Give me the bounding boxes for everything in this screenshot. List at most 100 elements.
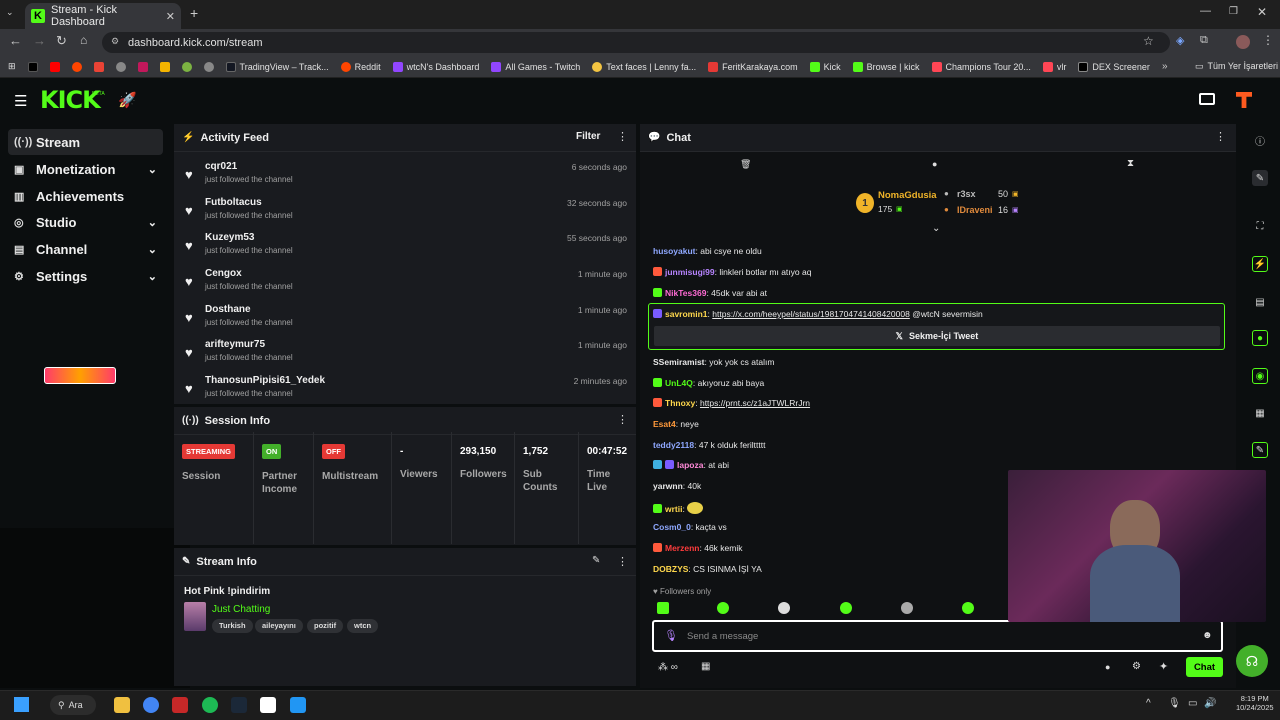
back-icon[interactable]: ← (9, 33, 22, 48)
bookmark-browse-kick[interactable]: Browse | kick (852, 61, 920, 72)
sidebar-item-studio[interactable]: ◎ Studio ⌄ (8, 209, 163, 235)
edit-icon[interactable]: ✎ (1252, 170, 1268, 186)
tag[interactable]: aileyayını (255, 619, 303, 633)
obs-icon[interactable] (260, 697, 276, 713)
message-input[interactable]: Send a message (687, 631, 758, 642)
clock[interactable]: 8:19 PM 10/24/2025 (1236, 694, 1274, 712)
stream-info-menu-icon[interactable]: ⋮ (617, 555, 628, 568)
filter-button[interactable]: Filter (576, 131, 600, 142)
bookmark-reddit-small-icon[interactable] (71, 61, 82, 72)
emote-icon[interactable] (778, 602, 790, 614)
bookmark-globe-icon[interactable] (115, 61, 126, 72)
minimize-icon[interactable]: — (1200, 5, 1211, 17)
bookmark-dex-screener[interactable]: DEX Screener (1078, 61, 1150, 72)
chat-bubble-icon[interactable]: ● (1252, 330, 1268, 346)
kick-logo[interactable]: KICK (40, 86, 101, 114)
emoji-icon[interactable]: ☻ (1202, 630, 1213, 641)
reload-icon[interactable]: ↻ (56, 33, 67, 49)
fullscreen-icon[interactable]: ⛶ (1252, 218, 1268, 234)
tab-list-icon[interactable]: ⌄ (6, 7, 14, 18)
bookmark-champions-tour[interactable]: Champions Tour 20... (931, 61, 1031, 72)
wrench-icon[interactable]: ✎ (1252, 442, 1268, 458)
studio-icon[interactable] (1199, 93, 1215, 105)
tag[interactable]: Turkish (212, 619, 253, 633)
site-info-icon[interactable]: ⚙ (111, 36, 119, 47)
hamburger-menu-icon[interactable]: ☰ (14, 92, 27, 110)
session-menu-icon[interactable]: ⋮ (617, 413, 628, 426)
home-icon[interactable]: ⌂ (80, 33, 87, 47)
emote-icon[interactable] (717, 602, 729, 614)
bookmark-star-icon[interactable]: ☆ (1143, 34, 1154, 48)
browser-menu-icon[interactable]: ⋮ (1262, 33, 1274, 47)
extensions-puzzle-icon[interactable]: ⧉ (1200, 34, 1208, 47)
close-window-icon[interactable]: ✕ (1257, 5, 1267, 19)
sidebar-item-settings[interactable]: ⚙ Settings ⌄ (8, 263, 163, 289)
activity-menu-icon[interactable]: ⋮ (617, 130, 628, 143)
printer-icon[interactable]: ▦ (1252, 405, 1268, 421)
bookmark-gmail-icon[interactable] (93, 61, 104, 72)
info-icon[interactable]: ⓘ (1252, 132, 1268, 148)
document-icon[interactable]: ▤ (1252, 294, 1268, 310)
extension-icon[interactable]: ◈ (1176, 34, 1184, 47)
chat-menu-icon[interactable]: ⋮ (1215, 130, 1226, 143)
notepad-icon[interactable] (290, 697, 306, 713)
chat-link[interactable]: https://x.com/heeypel/status/19817047414… (712, 309, 910, 319)
address-bar[interactable]: dashboard.kick.com/stream (102, 32, 1170, 53)
bookmark-vlr[interactable]: vlr (1042, 61, 1066, 72)
file-explorer-icon[interactable] (114, 697, 130, 713)
chat-link[interactable]: https://prnt.sc/z1aJTWLRrJrn (700, 398, 810, 408)
spotify-icon[interactable] (202, 697, 218, 713)
close-tab-icon[interactable]: ✕ (166, 10, 175, 23)
chat-options-icon[interactable]: ● (1105, 662, 1110, 672)
bookmark-all-games[interactable]: All Games - Twitch (491, 61, 580, 72)
microphone-tray-icon[interactable]: 🎙 (1168, 698, 1181, 709)
volume-icon[interactable]: 🔊 (1204, 698, 1216, 709)
sidebar-item-monetization[interactable]: ▣ Monetization ⌄ (8, 156, 163, 182)
trash-icon[interactable]: 🗑 (740, 159, 751, 170)
bookmark-globe2-icon[interactable] (203, 61, 214, 72)
bookmark-feritkarakaya[interactable]: FeritKarakaya.com (708, 61, 798, 72)
chat-bubble-icon[interactable]: ● (932, 159, 937, 169)
bookmark-kick[interactable]: Kick (809, 61, 841, 72)
tray-chevron-icon[interactable]: ^ (1146, 698, 1151, 709)
bookmark-tradingview[interactable]: TradingView – Track... (225, 61, 329, 72)
sidebar-item-stream[interactable]: ((·)) Stream (8, 129, 163, 155)
broadcast-icon[interactable]: ◉ (1252, 368, 1268, 384)
browser-tab[interactable]: K Stream - Kick Dashboard ✕ (25, 3, 181, 29)
steam-icon[interactable] (231, 697, 247, 713)
bookmark-youtube-icon[interactable] (49, 61, 60, 72)
chrome-icon[interactable] (143, 697, 159, 713)
forward-icon[interactable]: → (33, 33, 46, 48)
support-button[interactable]: ☊ (1236, 645, 1268, 677)
profile-avatar[interactable] (1236, 35, 1250, 49)
more-bookmarks-icon[interactable]: » (1162, 61, 1168, 72)
bookmark-reddit[interactable]: Reddit (340, 61, 381, 72)
tag[interactable]: pozitif (307, 619, 344, 633)
bookmark-green-icon[interactable] (181, 61, 192, 72)
sidebar-item-channel[interactable]: ▤ Channel ⌄ (8, 236, 163, 262)
apps-icon[interactable]: ⊞ (8, 61, 16, 72)
gift-icon[interactable]: ✦ (1159, 660, 1168, 673)
gear-icon[interactable]: ⚙ (1132, 661, 1141, 672)
bookmark-x-icon[interactable] (27, 61, 38, 72)
sidebar-item-achievements[interactable]: ▥ Achievements (8, 183, 163, 209)
open-tweet-button[interactable]: 𝕏 Sekme-İçi Tweet (654, 326, 1220, 346)
bookmark-y-icon[interactable] (137, 61, 148, 72)
emote-icon[interactable] (840, 602, 852, 614)
new-tab-icon[interactable]: + (190, 5, 198, 21)
tag[interactable]: wtcn (347, 619, 379, 633)
microphone-icon[interactable]: 🎙 (664, 629, 678, 642)
taskbar-search[interactable]: ⚲ Ara (50, 695, 96, 715)
maximize-icon[interactable]: ❐ (1229, 6, 1238, 17)
network-icon[interactable]: ▭ (1188, 698, 1197, 709)
store-icon[interactable]: ▦ (701, 661, 710, 672)
send-chat-button[interactable]: Chat (1186, 657, 1223, 677)
windows-start-icon[interactable] (14, 697, 29, 712)
rocket-icon[interactable]: 🚀 (118, 91, 137, 109)
emote-icon[interactable] (657, 602, 669, 614)
emote-icon[interactable] (901, 602, 913, 614)
collapse-leaderboard-icon[interactable]: ⌄ (932, 223, 940, 234)
category-link[interactable]: Just Chatting (212, 604, 270, 615)
points-icon[interactable]: ⁂ ∞ (658, 662, 678, 673)
bookmark-wtcn-dashboard[interactable]: wtcN's Dashboard (392, 61, 479, 72)
